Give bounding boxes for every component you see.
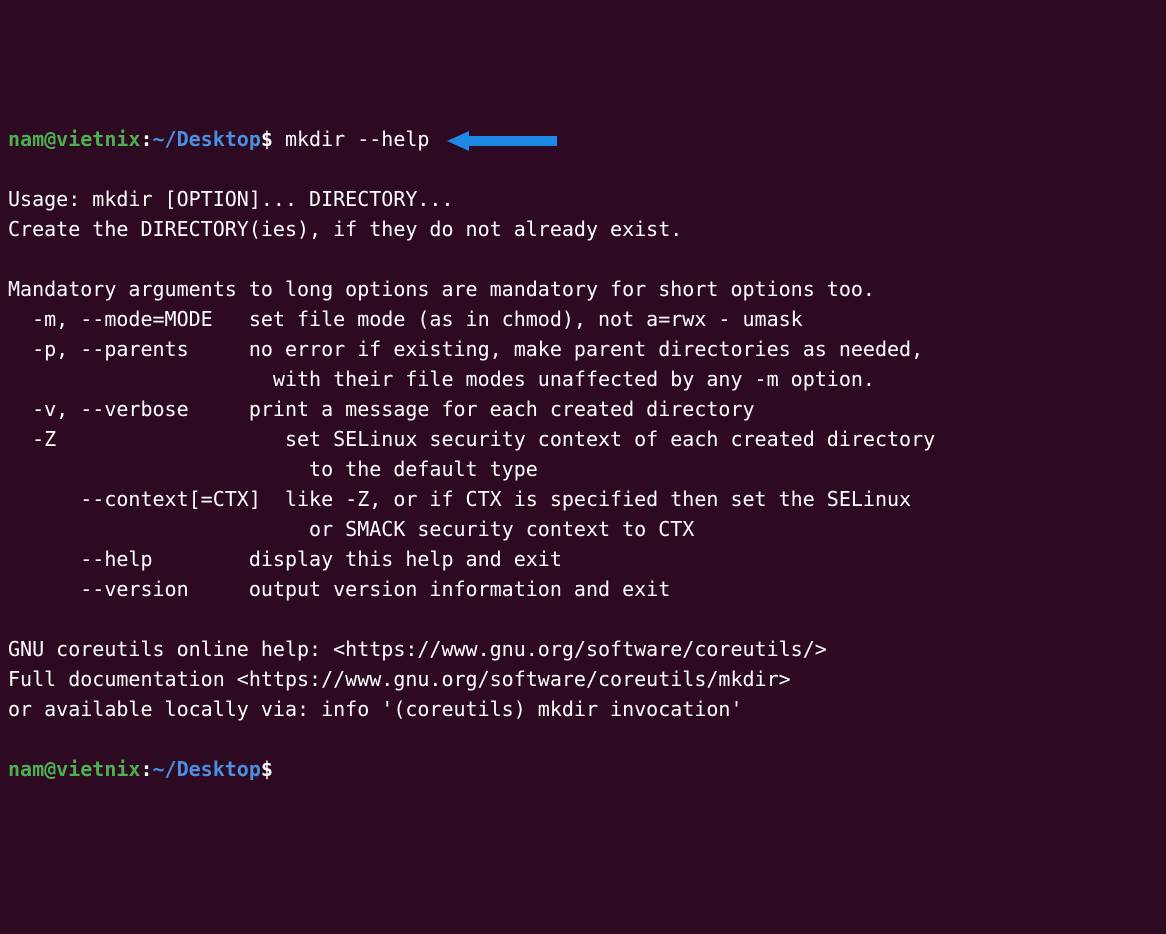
prompt-path: ~/Desktop (153, 127, 261, 151)
terminal-line[interactable]: nam@vietnix:~/Desktop$ mkdir --help (8, 124, 1158, 154)
prompt-dollar: $ (261, 127, 273, 151)
output-line: Usage: mkdir [OPTION]... DIRECTORY... (8, 184, 1158, 214)
prompt-dollar: $ (261, 757, 273, 781)
prompt-colon: : (140, 127, 152, 151)
output-line: or available locally via: info '(coreuti… (8, 694, 1158, 724)
output-line: -Z set SELinux security context of each … (8, 424, 1158, 454)
output-line: --version output version information and… (8, 574, 1158, 604)
output-line: Create the DIRECTORY(ies), if they do no… (8, 214, 1158, 244)
output-line: or SMACK security context to CTX (8, 514, 1158, 544)
output-line: to the default type (8, 454, 1158, 484)
annotation-arrow-icon (447, 130, 557, 152)
command-text: mkdir --help (273, 127, 430, 151)
output-line: Mandatory arguments to long options are … (8, 274, 1158, 304)
prompt-colon: : (140, 757, 152, 781)
output-line: -p, --parents no error if existing, make… (8, 334, 1158, 364)
output-line: -v, --verbose print a message for each c… (8, 394, 1158, 424)
terminal-output: Usage: mkdir [OPTION]... DIRECTORY...Cre… (8, 184, 1158, 724)
output-line: Full documentation <https://www.gnu.org/… (8, 664, 1158, 694)
output-line: GNU coreutils online help: <https://www.… (8, 634, 1158, 664)
output-line: -m, --mode=MODE set file mode (as in chm… (8, 304, 1158, 334)
output-line: --help display this help and exit (8, 544, 1158, 574)
prompt-user: nam@vietnix (8, 757, 140, 781)
output-line (8, 604, 1158, 634)
prompt-user: nam@vietnix (8, 127, 140, 151)
output-line: --context[=CTX] like -Z, or if CTX is sp… (8, 484, 1158, 514)
output-line (8, 244, 1158, 274)
terminal-line[interactable]: nam@vietnix:~/Desktop$ (8, 754, 1158, 784)
prompt-path: ~/Desktop (153, 757, 261, 781)
output-line: with their file modes unaffected by any … (8, 364, 1158, 394)
